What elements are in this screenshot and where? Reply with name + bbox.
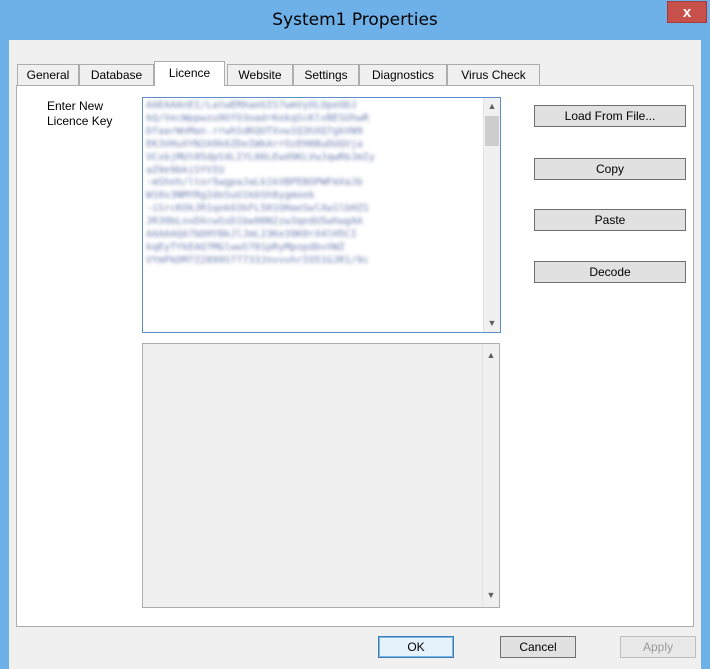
decode-button[interactable]: Decode <box>534 261 686 283</box>
cancel-button[interactable]: Cancel <box>500 636 576 658</box>
copy-button[interactable]: Copy <box>534 158 686 180</box>
tab-database[interactable]: Database <box>79 64 154 85</box>
load-from-file-button[interactable]: Load From File... <box>534 105 686 127</box>
licence-key-textarea[interactable]: AAEAAAnEI/LatwEMXaeGIS7wmVyOLOpeODJ kQ/V… <box>142 97 501 333</box>
close-button[interactable]: x <box>667 1 707 23</box>
tab-general[interactable]: General <box>17 64 79 85</box>
paste-button[interactable]: Paste <box>534 209 686 231</box>
tab-licence[interactable]: Licence <box>154 61 225 86</box>
properties-window: System1 Properties x General Database Li… <box>0 0 710 669</box>
scroll-thumb[interactable] <box>485 116 499 146</box>
licence-key-label: Enter New Licence Key <box>47 99 113 128</box>
apply-button[interactable]: Apply <box>620 636 696 658</box>
scroll-up-icon[interactable]: ▲ <box>484 98 500 115</box>
close-icon: x <box>682 4 692 21</box>
scroll-up-icon[interactable]: ▲ <box>483 347 499 364</box>
title-bar[interactable]: System1 Properties x <box>0 0 710 40</box>
licence-key-text: AAEAAAnEI/LatwEMXaeGIS7wmVyOLOpeODJ kQ/V… <box>146 100 375 266</box>
scroll-down-icon[interactable]: ▼ <box>484 315 500 332</box>
licence-key-scrollbar[interactable]: ▲ ▼ <box>483 98 500 332</box>
licence-tab-panel: Enter New Licence Key AAEAAAnEI/LatwEMXa… <box>16 85 694 627</box>
decode-output-box[interactable]: ▲ ▼ <box>142 343 500 608</box>
tab-website[interactable]: Website <box>227 64 293 85</box>
ok-button[interactable]: OK <box>378 636 454 658</box>
output-scrollbar[interactable]: ▲ ▼ <box>482 344 499 607</box>
tab-diagnostics[interactable]: Diagnostics <box>359 64 447 85</box>
tab-virus-check[interactable]: Virus Check <box>447 64 540 85</box>
tab-settings[interactable]: Settings <box>293 64 359 85</box>
window-title: System1 Properties <box>272 10 438 30</box>
scroll-down-icon[interactable]: ▼ <box>483 587 499 604</box>
